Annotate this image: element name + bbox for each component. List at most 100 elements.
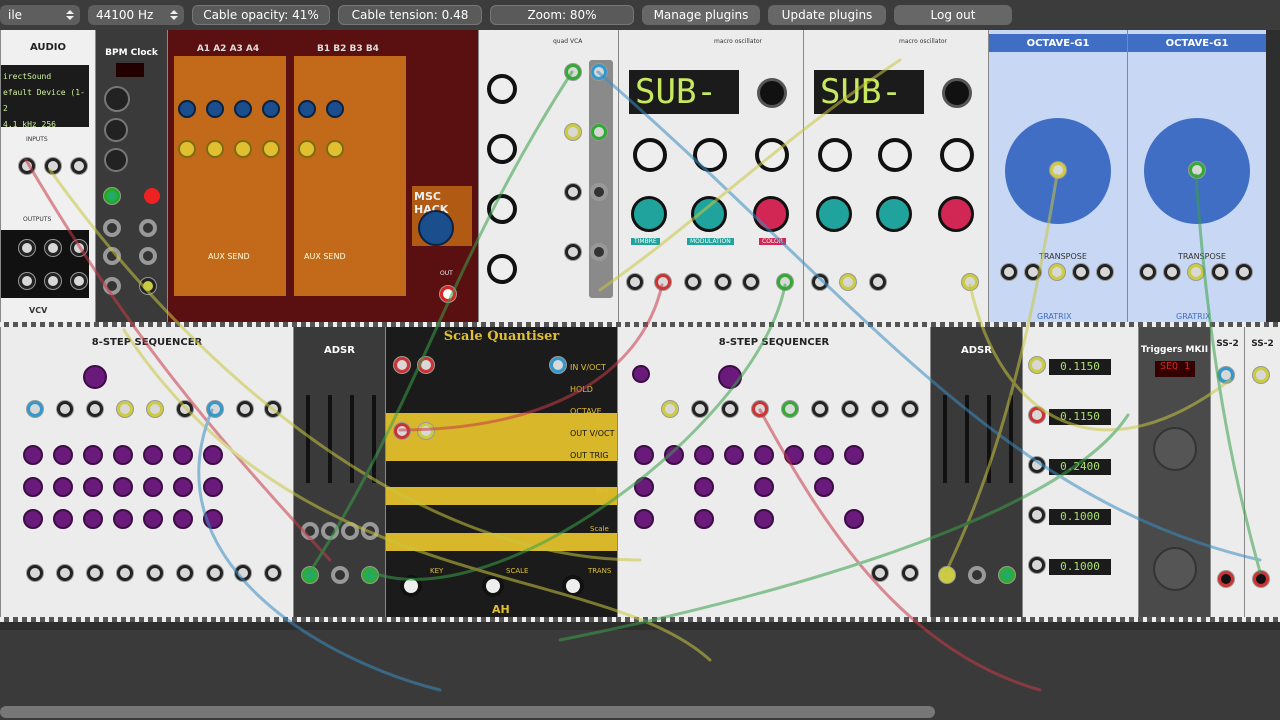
row1-step-knob[interactable]	[634, 445, 654, 465]
transpose-jack[interactable]	[1140, 264, 1156, 280]
stop-jack[interactable]	[265, 401, 281, 417]
stop-jack[interactable]	[902, 401, 918, 417]
sustain-slider[interactable]	[350, 395, 354, 483]
scale-knob[interactable]	[482, 575, 504, 597]
transpose-jack[interactable]	[1236, 264, 1252, 280]
edit-knob[interactable]	[942, 78, 972, 108]
audio-input-jack[interactable]	[45, 158, 61, 174]
clock-out-jack[interactable]	[872, 565, 888, 581]
color-knob[interactable]	[938, 196, 974, 232]
level-knob[interactable]	[178, 100, 196, 118]
gate-jack[interactable]	[302, 567, 318, 583]
trigger-button[interactable]	[1153, 547, 1197, 591]
steps-knob[interactable]	[83, 365, 107, 389]
vca-out-jack[interactable]	[591, 184, 607, 200]
start-jack[interactable]	[872, 401, 888, 417]
mixer-out-jack[interactable]	[440, 286, 456, 302]
row2-jack[interactable]	[812, 401, 828, 417]
row3-jack[interactable]	[207, 401, 223, 417]
color-knob[interactable]	[753, 196, 789, 232]
ext-clk-jack[interactable]	[27, 401, 43, 417]
timbre-knob[interactable]	[816, 196, 852, 232]
gate-out-jack[interactable]	[177, 565, 193, 581]
vca-out-jack[interactable]	[591, 64, 607, 80]
16ths-jack[interactable]	[140, 278, 156, 294]
coarse-knob[interactable]	[878, 138, 912, 172]
retrig-jack[interactable]	[332, 567, 348, 583]
row1-step-knob[interactable]	[814, 445, 834, 465]
voct-jack[interactable]	[655, 274, 671, 290]
ss-out-jack[interactable]	[1218, 571, 1234, 587]
out-jack[interactable]	[140, 220, 156, 236]
log-out-button[interactable]: Log out	[894, 5, 1012, 25]
att-cv-jack[interactable]	[302, 523, 318, 539]
reset-jack[interactable]	[57, 401, 73, 417]
level-knob[interactable]	[262, 100, 280, 118]
transpose-jack[interactable]	[1001, 264, 1017, 280]
rst-jack[interactable]	[104, 220, 120, 236]
ext-clk-jack[interactable]	[662, 401, 678, 417]
row1-step-knob[interactable]	[203, 445, 223, 465]
fine-knob[interactable]	[633, 138, 667, 172]
ss-clk-jack[interactable]	[1253, 367, 1269, 383]
row2-step-knob[interactable]	[694, 477, 714, 497]
modulation-knob[interactable]	[691, 196, 727, 232]
vca-out-jack[interactable]	[591, 124, 607, 140]
row1-step-knob[interactable]	[23, 445, 43, 465]
trigger-button[interactable]	[1153, 427, 1197, 471]
key-knob[interactable]	[400, 575, 422, 597]
decay-slider[interactable]	[328, 395, 332, 483]
gates-jack[interactable]	[117, 401, 133, 417]
8ths-jack[interactable]	[104, 278, 120, 294]
trig-jack[interactable]	[812, 274, 828, 290]
row3-step-knob[interactable]	[113, 509, 133, 529]
gate-out-jack[interactable]	[87, 565, 103, 581]
display-in-jack[interactable]	[1029, 557, 1045, 573]
octave2-center-jack[interactable]	[1189, 162, 1205, 178]
gate-out-jack[interactable]	[27, 565, 43, 581]
timbre-jack[interactable]	[715, 274, 731, 290]
row1-step-knob[interactable]	[664, 445, 684, 465]
transpose-jack[interactable]	[1097, 264, 1113, 280]
clock-out-jack[interactable]	[235, 565, 251, 581]
transpose-jack[interactable]	[1073, 264, 1089, 280]
attack-slider[interactable]	[306, 395, 310, 483]
row2-step-knob[interactable]	[143, 477, 163, 497]
row3-step-knob[interactable]	[23, 509, 43, 529]
row2-step-knob[interactable]	[23, 477, 43, 497]
vca-level-knob[interactable]	[487, 194, 517, 224]
audio-output-jack[interactable]	[71, 273, 87, 289]
gate-out-jack[interactable]	[117, 565, 133, 581]
master-level-knob[interactable]	[418, 210, 454, 246]
row1-step-knob[interactable]	[784, 445, 804, 465]
steps-jack[interactable]	[87, 401, 103, 417]
pan-knob[interactable]	[206, 140, 224, 158]
reset-jack[interactable]	[692, 401, 708, 417]
transpose-jack[interactable]	[1025, 264, 1041, 280]
edit-knob[interactable]	[757, 78, 787, 108]
row1-step-knob[interactable]	[754, 445, 774, 465]
row2-step-knob[interactable]	[173, 477, 193, 497]
ss-out-jack[interactable]	[1253, 571, 1269, 587]
level-knob[interactable]	[298, 100, 316, 118]
cable-opacity-slider[interactable]: Cable opacity: 41%	[192, 5, 330, 25]
clk-gate-out-jack[interactable]	[265, 565, 281, 581]
audio-output-jack[interactable]	[71, 240, 87, 256]
trans-knob[interactable]	[562, 575, 584, 597]
modulation-knob[interactable]	[876, 196, 912, 232]
row3-step-knob[interactable]	[634, 509, 654, 529]
row3-step-knob[interactable]	[203, 509, 223, 529]
dec-cv-jack[interactable]	[322, 523, 338, 539]
pan-knob[interactable]	[234, 140, 252, 158]
clk-gate-out-jack[interactable]	[902, 565, 918, 581]
row2-jack[interactable]	[177, 401, 193, 417]
quantiser-in-jack[interactable]	[418, 357, 434, 373]
row1-step-knob[interactable]	[844, 445, 864, 465]
retrig-jack[interactable]	[969, 567, 985, 583]
fm-jack[interactable]	[685, 274, 701, 290]
out-jack[interactable]	[777, 274, 793, 290]
release-slider[interactable]	[372, 395, 376, 483]
row1-step-knob[interactable]	[173, 445, 193, 465]
row1-step-knob[interactable]	[83, 445, 103, 465]
fm-knob[interactable]	[940, 138, 974, 172]
